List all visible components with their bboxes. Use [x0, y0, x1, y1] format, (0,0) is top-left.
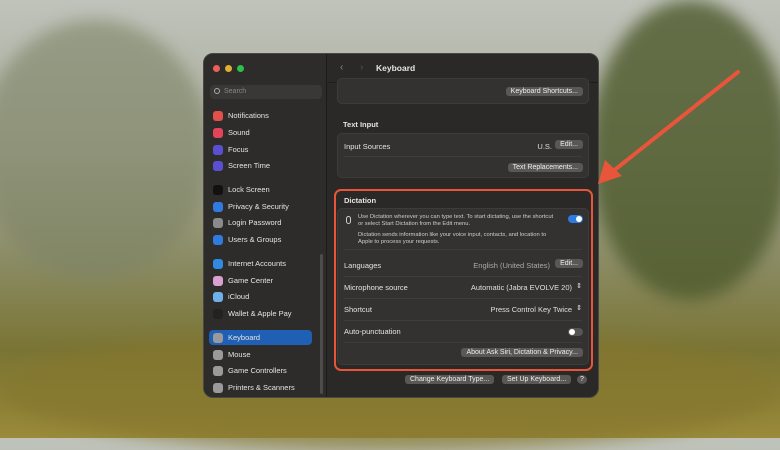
- arrow-annotation: [598, 70, 740, 184]
